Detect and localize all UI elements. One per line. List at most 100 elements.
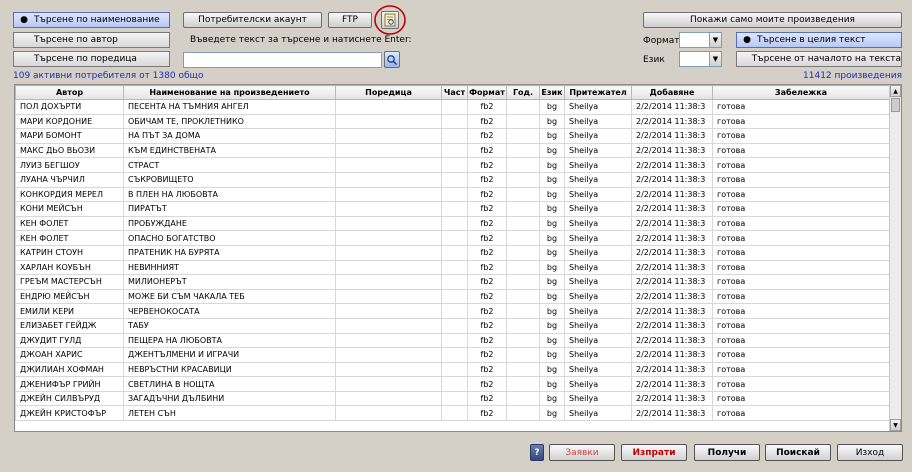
cell-author: МАКС ДЬО ВЬОЗИ bbox=[15, 142, 124, 159]
cell-language: bg bbox=[539, 303, 565, 319]
cell-owner: Sheilya bbox=[564, 171, 632, 188]
scroll-up-icon[interactable]: ▲ bbox=[890, 85, 901, 97]
column-header-format[interactable]: Формат bbox=[467, 85, 507, 100]
table-row[interactable]: КОНИ МЕЙСЪН ПИРАТЪТ fb2 bg Sheilya 2/2/2014 1… bbox=[15, 201, 890, 217]
show-mine-button[interactable]: Покажи само моите произведения bbox=[643, 12, 902, 28]
search-from-start-button[interactable]: Търсене от началото на текста bbox=[736, 51, 902, 67]
scroll-down-icon[interactable]: ▼ bbox=[890, 419, 901, 431]
cell-author: ЛУАНА ЧЪРЧИЛ bbox=[15, 171, 124, 188]
table-row[interactable]: ЕЛИЗАБЕТ ГЕЙДЖ ТАБУ fb2 bg Sheilya 2/2/2014 1… bbox=[15, 317, 890, 334]
cell-author: КЕН ФОЛЕТ bbox=[15, 215, 124, 232]
help-button[interactable]: ? bbox=[530, 444, 544, 461]
table-row[interactable]: ДЖЕЙН КРИСТОФЪР ЛЕТЕН СЪН fb2 bg Sheilya 2/2/… bbox=[15, 405, 890, 422]
table-row[interactable]: МАРИ БОМОНТ НА ПЪТ ЗА ДОМА fb2 bg Sheilya 2/2… bbox=[15, 128, 890, 144]
search-go-button[interactable] bbox=[384, 51, 400, 68]
cell-author: ХАРЛАН КОУБЪН bbox=[15, 259, 124, 276]
cell-part bbox=[441, 142, 468, 159]
cell-owner: Sheilya bbox=[564, 244, 632, 261]
table-row[interactable]: ДЖЕНИФЪР ГРИЙН СВЕТЛИНА В НОЩТА fb2 bg Sheil… bbox=[15, 376, 890, 392]
language-select[interactable]: ▼ bbox=[679, 51, 722, 67]
column-header-year[interactable]: Год. bbox=[506, 85, 540, 100]
cell-series bbox=[335, 303, 442, 319]
column-header-author[interactable]: Автор bbox=[15, 85, 124, 100]
column-header-added[interactable]: Добавяне bbox=[631, 85, 713, 100]
cell-title: ОПАСНО БОГАТСТВО bbox=[123, 230, 336, 246]
requests-button[interactable]: Заявки bbox=[549, 444, 615, 461]
cell-year bbox=[506, 113, 540, 130]
cell-added: 2/2/2014 11:38:3 bbox=[631, 361, 713, 378]
highlight-circle-icon bbox=[374, 5, 406, 35]
cell-added: 2/2/2014 11:38:3 bbox=[631, 128, 713, 144]
column-header-note[interactable]: Забележка bbox=[712, 85, 890, 100]
search-by-title-button[interactable]: ● Търсене по наименование bbox=[13, 12, 170, 28]
cell-note: готова bbox=[712, 244, 890, 261]
cell-note: готова bbox=[712, 274, 890, 290]
send-button[interactable]: Изпрати bbox=[621, 444, 687, 461]
table-row[interactable]: КЕН ФОЛЕТ ОПАСНО БОГАТСТВО fb2 bg Sheilya 2/2… bbox=[15, 230, 890, 246]
table-row[interactable]: ЛУИЗ БЕГШОУ СТРАСТ fb2 bg Sheilya 2/2/2014 11… bbox=[15, 157, 890, 173]
chevron-down-icon: ▼ bbox=[709, 33, 721, 47]
table-row[interactable]: ДЖУДИТ ГУЛД ПЕЩЕРА НА ЛЮБОВТА fb2 bg Sheilya… bbox=[15, 332, 890, 349]
table-row[interactable]: КОНКОРДИЯ МЕРЕЛ В ПЛЕН НА ЛЮБОВТА fb2 bg She… bbox=[15, 186, 890, 203]
column-header-language[interactable]: Език bbox=[539, 85, 565, 100]
table-row[interactable]: КАТРИН СТОУН ПРАТЕНИК НА БУРЯТА fb2 bg Sheil… bbox=[15, 244, 890, 261]
table-row[interactable]: ХАРЛАН КОУБЪН НЕВИННИЯТ fb2 bg Sheilya 2/2/20… bbox=[15, 259, 890, 276]
cell-part bbox=[441, 376, 468, 392]
vertical-scrollbar[interactable]: ▲ ▼ bbox=[889, 85, 901, 431]
user-account-button[interactable]: Потребителски акаунт bbox=[183, 12, 322, 28]
search-by-series-button[interactable]: Търсене по поредица bbox=[13, 51, 170, 67]
cell-owner: Sheilya bbox=[564, 288, 632, 305]
cell-note: готова bbox=[712, 186, 890, 203]
ftp-button[interactable]: FTP bbox=[328, 12, 372, 28]
search-by-title-label: Търсене по наименование bbox=[34, 15, 160, 25]
column-header-part[interactable]: Част bbox=[441, 85, 468, 100]
cell-language: bg bbox=[539, 230, 565, 246]
cell-added: 2/2/2014 11:38:3 bbox=[631, 259, 713, 276]
cell-language: bg bbox=[539, 288, 565, 305]
table-row[interactable]: МАРИ КОРДОНИЕ ОБИЧАМ ТЕ, ПРОКЛЕТНИКО fb2 bg… bbox=[15, 113, 890, 130]
cell-author: ДЖИЛИАН ХОФМАН bbox=[15, 361, 124, 378]
table-row[interactable]: ДЖОАН ХАРИС ДЖЕНТЪЛМЕНИ И ИГРАЧИ fb2 bg Shei… bbox=[15, 347, 890, 363]
table-row[interactable]: ГРЕЪМ МАСТЕРСЪН МИЛИОНЕРЪТ fb2 bg Sheilya 2/2… bbox=[15, 274, 890, 290]
cell-series bbox=[335, 244, 442, 261]
cell-part bbox=[441, 405, 468, 422]
cell-format: fb2 bbox=[467, 99, 507, 115]
works-table[interactable]: Автор Наименование на произведението Пор… bbox=[14, 84, 902, 432]
cell-author: КОНКОРДИЯ МЕРЕЛ bbox=[15, 186, 124, 203]
column-header-series[interactable]: Поредица bbox=[335, 85, 442, 100]
exit-button[interactable]: Изход bbox=[837, 444, 903, 461]
cell-note: готова bbox=[712, 157, 890, 173]
request-search-button[interactable]: Поискай bbox=[765, 444, 831, 461]
search-input[interactable] bbox=[183, 52, 382, 68]
cell-series bbox=[335, 230, 442, 246]
cell-format: fb2 bbox=[467, 113, 507, 130]
cell-owner: Sheilya bbox=[564, 303, 632, 319]
cell-language: bg bbox=[539, 259, 565, 276]
table-row[interactable]: КЕН ФОЛЕТ ПРОБУЖДАНЕ fb2 bg Sheilya 2/2/2014 … bbox=[15, 215, 890, 232]
column-header-title[interactable]: Наименование на произведението bbox=[123, 85, 336, 100]
table-row[interactable]: ЛУАНА ЧЪРЧИЛ СЪКРОВИЩЕТО fb2 bg Sheilya 2/2/2… bbox=[15, 171, 890, 188]
cell-owner: Sheilya bbox=[564, 215, 632, 232]
cell-series bbox=[335, 288, 442, 305]
cell-part bbox=[441, 215, 468, 232]
table-row[interactable]: ПОЛ ДОХЪРТИ ПЕСЕНТА НА ТЪМНИЯ АНГЕЛ fb2 bg S… bbox=[15, 99, 890, 115]
search-by-author-button[interactable]: Търсене по автор bbox=[13, 32, 170, 48]
cell-series bbox=[335, 113, 442, 130]
cell-note: готова bbox=[712, 142, 890, 159]
table-row[interactable]: ДЖИЛИАН ХОФМАН НЕВРЪСТНИ КРАСАВИЦИ fb2 bg Sh… bbox=[15, 361, 890, 378]
format-select[interactable]: ▼ bbox=[679, 32, 722, 48]
receive-button[interactable]: Получи bbox=[694, 444, 760, 461]
table-row[interactable]: ЕНДРЮ МЕЙСЪН МОЖЕ БИ СЪМ ЧАКАЛА ТЕБ fb2 bg S… bbox=[15, 288, 890, 305]
cell-author: ГРЕЪМ МАСТЕРСЪН bbox=[15, 274, 124, 290]
cell-title: МИЛИОНЕРЪТ bbox=[123, 274, 336, 290]
table-row[interactable]: ДЖЕЙН СИЛВЪРУД ЗАГАДЪЧНИ ДЪЛБИНИ fb2 bg Shei… bbox=[15, 390, 890, 407]
scroll-thumb[interactable] bbox=[891, 98, 900, 112]
cell-format: fb2 bbox=[467, 259, 507, 276]
search-whole-text-button[interactable]: ● Търсене в целия текст bbox=[736, 32, 902, 48]
cell-series bbox=[335, 332, 442, 349]
cell-series bbox=[335, 376, 442, 392]
table-row[interactable]: ЕМИЛИ КЕРИ ЧЕРВЕНОКОСАТА fb2 bg Sheilya 2/2/2… bbox=[15, 303, 890, 319]
cell-year bbox=[506, 332, 540, 349]
column-header-owner[interactable]: Притежател bbox=[564, 85, 632, 100]
table-row[interactable]: МАКС ДЬО ВЬОЗИ КЪМ ЕДИНСТВЕНАТА fb2 bg Sheil… bbox=[15, 142, 890, 159]
